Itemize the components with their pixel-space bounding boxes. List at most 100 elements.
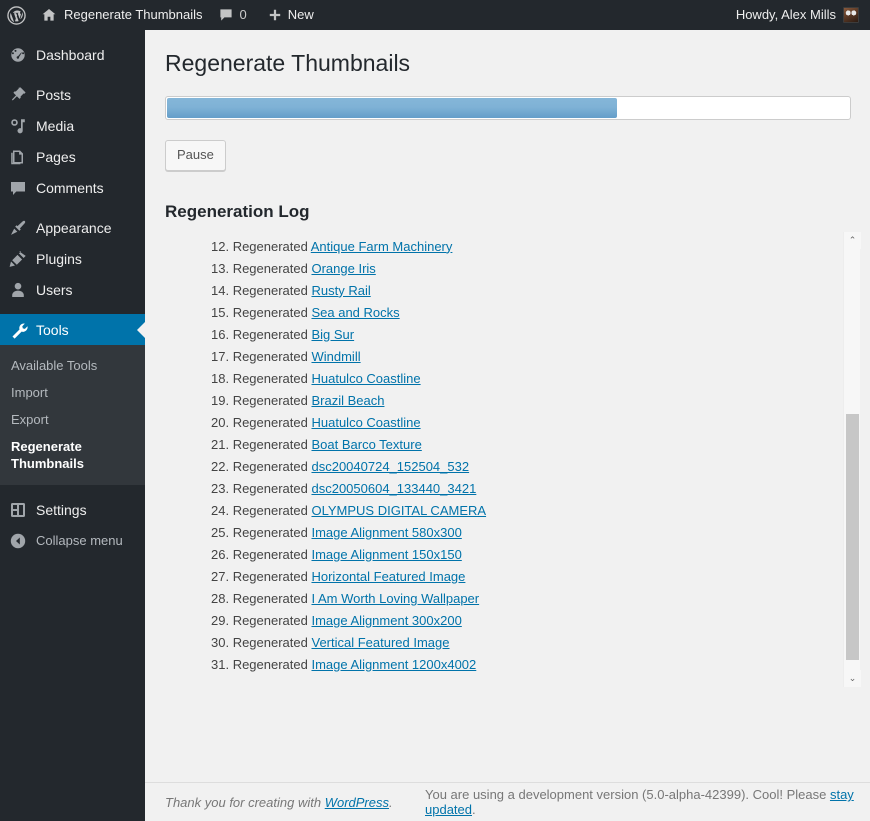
regeneration-log-list: 12. Regenerated Antique Farm Machinery 13… xyxy=(165,236,851,676)
wordpress-link[interactable]: WordPress xyxy=(325,795,389,810)
log-item-link[interactable]: Huatulco Coastline xyxy=(311,415,420,430)
log-item-link[interactable]: Orange Iris xyxy=(311,261,375,276)
log-item-link[interactable]: Vertical Featured Image xyxy=(311,635,449,650)
log-item: 16. Regenerated Big Sur xyxy=(211,324,851,346)
menu-separator-3 xyxy=(0,305,145,314)
log-item-link[interactable]: Rusty Rail xyxy=(311,283,370,298)
log-item-prefix: Regenerated xyxy=(229,524,312,540)
my-account-menu[interactable]: Howdy, Alex Mills xyxy=(728,0,862,30)
log-item-prefix: Regenerated xyxy=(229,502,312,518)
howdy-label: Howdy, Alex Mills xyxy=(735,7,836,22)
sidebar-item-comments[interactable]: Comments xyxy=(0,172,145,203)
log-item-link[interactable]: Brazil Beach xyxy=(311,393,384,408)
submenu-item-available-tools[interactable]: Available Tools xyxy=(0,352,145,379)
collapse-menu-label: Collapse menu xyxy=(36,532,123,548)
log-item-link[interactable]: Huatulco Coastline xyxy=(311,371,420,386)
sidebar-label: Media xyxy=(36,117,75,134)
log-item-link[interactable]: OLYMPUS DIGITAL CAMERA xyxy=(311,503,486,518)
regeneration-log-scroll-area[interactable]: 12. Regenerated Antique Farm Machinery 13… xyxy=(165,232,851,687)
log-item-link[interactable]: dsc20050604_133440_3421 xyxy=(311,481,476,496)
log-item-link[interactable]: I Am Worth Loving Wallpaper xyxy=(311,591,479,606)
sidebar-item-dashboard[interactable]: Dashboard xyxy=(0,39,145,70)
log-item-number: 29. xyxy=(211,612,230,628)
sidebar-label: Appearance xyxy=(36,219,112,236)
log-item-number: 27. xyxy=(211,568,230,584)
wordpress-logo-menu[interactable] xyxy=(0,0,35,30)
site-name-menu[interactable]: Regenerate Thumbnails xyxy=(35,0,208,30)
sidebar-item-media[interactable]: Media xyxy=(0,110,145,141)
sidebar-label: Comments xyxy=(36,179,104,196)
sidebar-item-posts[interactable]: Posts xyxy=(0,79,145,110)
comment-bubble-icon xyxy=(218,7,234,23)
log-item-link[interactable]: Image Alignment 1200x4002 xyxy=(311,657,476,672)
log-item-prefix: Regenerated xyxy=(229,480,312,496)
regeneration-progress-bar xyxy=(165,96,851,120)
log-item: 14. Regenerated Rusty Rail xyxy=(211,280,851,302)
collapse-menu-button[interactable]: Collapse menu xyxy=(0,525,145,556)
settings-icon xyxy=(0,500,36,520)
site-name-label: Regenerate Thumbnails xyxy=(64,7,203,22)
log-item-link[interactable]: Image Alignment 150x150 xyxy=(311,547,461,562)
sidebar-item-plugins[interactable]: Plugins xyxy=(0,243,145,274)
log-item-link[interactable]: Big Sur xyxy=(311,327,354,342)
log-item-link[interactable]: Horizontal Featured Image xyxy=(311,569,465,584)
log-item: 18. Regenerated Huatulco Coastline xyxy=(211,368,851,390)
log-item-prefix: Regenerated xyxy=(229,348,312,364)
log-item-number: 30. xyxy=(211,634,230,650)
log-item-number: 28. xyxy=(211,590,230,606)
sidebar-item-users[interactable]: Users xyxy=(0,274,145,305)
log-item-prefix: Regenerated xyxy=(229,590,312,606)
tools-wrench-icon xyxy=(0,320,36,340)
log-item-link[interactable]: Sea and Rocks xyxy=(311,305,399,320)
sidebar-item-tools[interactable]: Tools xyxy=(0,314,145,345)
log-item: 20. Regenerated Huatulco Coastline xyxy=(211,412,851,434)
scrollbar-thumb[interactable] xyxy=(846,413,859,660)
sidebar-item-pages[interactable]: Pages xyxy=(0,141,145,172)
submenu-item-import[interactable]: Import xyxy=(0,379,145,406)
log-item-prefix: Regenerated xyxy=(229,436,312,452)
admin-bar-left: Regenerate Thumbnails 0 New xyxy=(0,0,322,30)
admin-bar-right: Howdy, Alex Mills xyxy=(728,0,870,30)
log-item-number: 26. xyxy=(211,546,230,562)
log-item-link[interactable]: Image Alignment 300x200 xyxy=(311,613,461,628)
log-item: 12. Regenerated Antique Farm Machinery xyxy=(211,236,851,258)
scrollbar-down-arrow-icon[interactable]: ⌄ xyxy=(844,669,861,687)
pause-button[interactable]: Pause xyxy=(165,140,226,171)
log-item-link[interactable]: Image Alignment 580x300 xyxy=(311,525,461,540)
log-item-prefix: Regenerated xyxy=(229,370,312,386)
footer-thanks-prefix: Thank you for creating with xyxy=(165,794,325,810)
footer-version-prefix: You are using a development version (5.0… xyxy=(425,787,830,802)
log-scrollbar[interactable]: ⌃ ⌄ xyxy=(843,231,861,687)
log-item-prefix: Regenerated xyxy=(229,392,312,408)
scrollbar-up-arrow-icon[interactable]: ⌃ xyxy=(844,231,861,249)
regeneration-log-panel: 12. Regenerated Antique Farm Machinery 13… xyxy=(165,231,861,687)
admin-bar: Regenerate Thumbnails 0 New Howdy, Alex … xyxy=(0,0,870,30)
comments-icon xyxy=(0,178,36,198)
sidebar-item-settings[interactable]: Settings xyxy=(0,494,145,525)
log-item-number: 21. xyxy=(211,436,230,452)
log-item-number: 31. xyxy=(211,656,230,672)
log-item-link[interactable]: Windmill xyxy=(311,349,360,364)
home-icon xyxy=(41,7,57,23)
log-item: 30. Regenerated Vertical Featured Image xyxy=(211,632,851,654)
sidebar-item-appearance[interactable]: Appearance xyxy=(0,212,145,243)
sidebar-label: Dashboard xyxy=(36,46,105,63)
submenu-item-export[interactable]: Export xyxy=(0,406,145,433)
log-item-prefix: Regenerated xyxy=(229,634,312,650)
log-item-link[interactable]: Boat Barco Texture xyxy=(311,437,421,452)
log-item-link[interactable]: dsc20040724_152504_532 xyxy=(311,459,469,474)
log-item: 26. Regenerated Image Alignment 150x150 xyxy=(211,544,851,566)
log-item: 15. Regenerated Sea and Rocks xyxy=(211,302,851,324)
log-item-prefix: Regenerated xyxy=(229,326,312,342)
log-item-link[interactable]: Antique Farm Machinery xyxy=(311,239,453,254)
log-item-number: 16. xyxy=(211,326,230,342)
footer-thanks-suffix: . xyxy=(389,794,393,810)
plugins-plug-icon xyxy=(0,249,36,269)
log-item-number: 13. xyxy=(211,260,230,276)
submenu-item-regenerate-thumbnails[interactable]: Regenerate Thumbnails xyxy=(0,433,145,477)
new-content-menu[interactable]: New xyxy=(255,0,322,30)
menu-separator-1 xyxy=(0,70,145,79)
comments-bubble-menu[interactable]: 0 xyxy=(208,0,255,30)
log-item-prefix: Regenerated xyxy=(229,304,312,320)
log-item-number: 23. xyxy=(211,480,230,496)
